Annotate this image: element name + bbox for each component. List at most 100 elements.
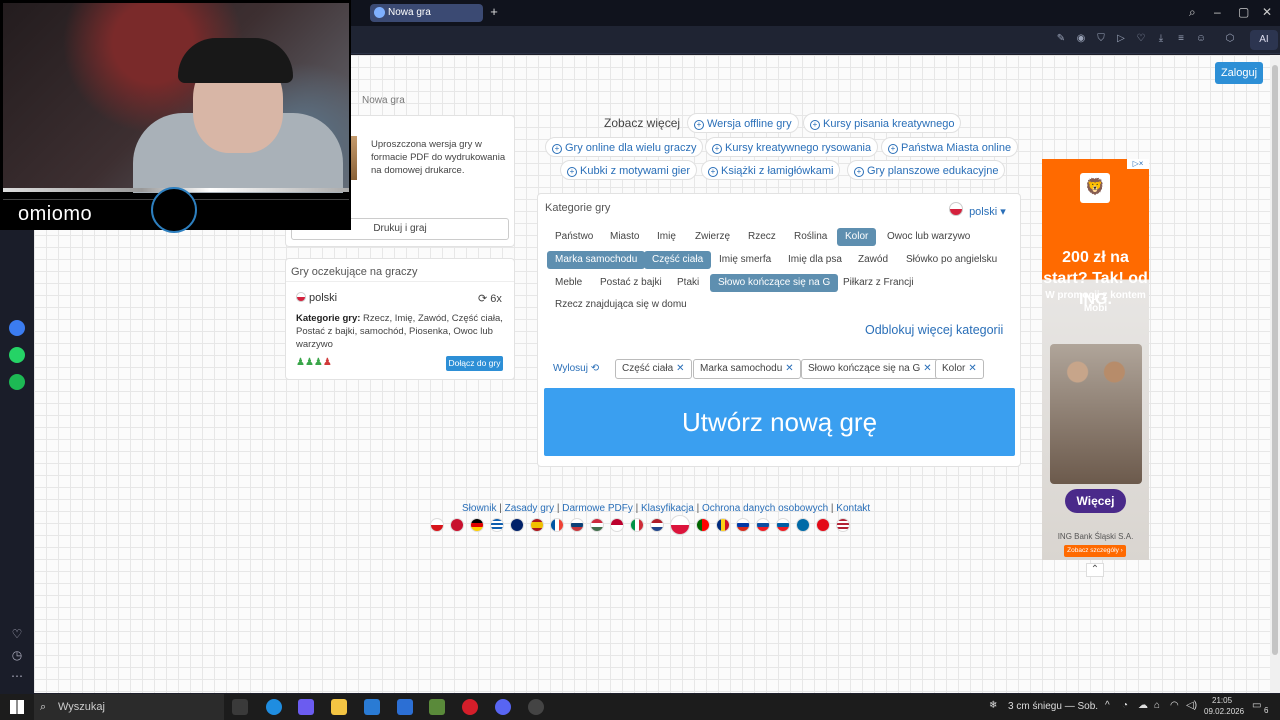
link-writing-courses[interactable]: + Kursy pisania kreatywnego xyxy=(803,113,962,133)
heart-icon[interactable]: ♡ xyxy=(1135,33,1147,45)
category-chip[interactable]: Imię xyxy=(649,228,684,246)
whatsapp-icon[interactable] xyxy=(9,347,25,363)
footer-link[interactable]: Kontakt xyxy=(836,503,870,514)
remove-tag-icon[interactable]: ✕ xyxy=(676,363,684,374)
category-chip[interactable]: Rzecz znajdująca się w domu xyxy=(547,296,695,314)
category-chip[interactable]: Imię smerfa xyxy=(711,251,779,269)
link-game-mugs[interactable]: + Kubki z motywami gier xyxy=(560,160,698,180)
edit-icon[interactable]: ✎ xyxy=(1055,33,1067,45)
category-chip[interactable]: Postać z bajki xyxy=(592,274,670,292)
language-select[interactable]: polski ▾ xyxy=(949,202,1006,218)
profile-icon[interactable]: ☺ xyxy=(1195,33,1207,45)
search-tabs-icon[interactable]: ⌕ xyxy=(1189,5,1196,20)
dutch-flag-icon[interactable] xyxy=(650,518,664,532)
obs-icon[interactable] xyxy=(528,699,544,715)
ad-details-button[interactable]: Zobacz szczegóły › xyxy=(1064,545,1126,557)
copilot-icon[interactable] xyxy=(298,699,314,715)
task-view-icon[interactable] xyxy=(232,699,248,715)
messenger-icon[interactable] xyxy=(9,320,25,336)
tray-app-icon[interactable]: ☁ xyxy=(1138,700,1148,711)
advertisement-banner[interactable]: 🦁 200 zł na start? Tak! od ING. W promoc… xyxy=(1042,159,1149,560)
tray-app-icon[interactable]: ◔ xyxy=(1122,700,1128,711)
category-chip[interactable]: Zwierzę xyxy=(687,228,738,246)
extension-icon[interactable]: ⬡ xyxy=(1224,33,1236,45)
spanish-flag-icon[interactable] xyxy=(530,518,544,532)
russian-flag-icon[interactable] xyxy=(736,518,750,532)
category-chip-selected[interactable]: Część ciała xyxy=(644,251,712,269)
weather-text[interactable]: 3 cm śniegu — Sob. xyxy=(1008,701,1098,712)
category-chip[interactable]: Piłkarz z Francji xyxy=(835,274,922,292)
clock-time[interactable]: 21:05 xyxy=(1212,696,1232,705)
croatian-flag-icon[interactable] xyxy=(570,518,584,532)
german-flag-icon[interactable] xyxy=(470,518,484,532)
close-window-icon[interactable]: ✕ xyxy=(1262,5,1272,19)
category-chip[interactable]: Imię dla psa xyxy=(780,251,850,269)
slovenian-flag-icon[interactable] xyxy=(776,518,790,532)
category-chip[interactable]: Ptaki xyxy=(669,274,707,292)
file-explorer-icon[interactable] xyxy=(331,699,347,715)
history-clock-icon[interactable]: ◷ xyxy=(9,647,25,663)
play-icon[interactable]: ▷ xyxy=(1115,33,1127,45)
greek-flag-icon[interactable] xyxy=(490,518,504,532)
category-chip-selected[interactable]: Słowo kończące się na G xyxy=(710,274,839,292)
adchoices-icon[interactable]: ▷× xyxy=(1127,159,1149,169)
category-chip[interactable]: Państwo xyxy=(547,228,601,246)
wifi-icon[interactable]: ◠ xyxy=(1170,700,1179,711)
network-icon[interactable]: ⌂ xyxy=(1154,700,1160,711)
flag-icon[interactable] xyxy=(610,518,624,532)
minimize-icon[interactable]: – xyxy=(1214,5,1221,19)
link-offline-version[interactable]: + Wersja offline gry xyxy=(687,113,799,133)
page-scrollbar[interactable] xyxy=(1270,55,1280,693)
new-tab-button[interactable]: + xyxy=(488,5,500,18)
notifications-icon[interactable]: ▭ xyxy=(1252,700,1261,711)
more-options-icon[interactable]: ⋯ xyxy=(9,668,25,684)
italian-flag-icon[interactable] xyxy=(630,518,644,532)
link-drawing-courses[interactable]: + Kursy kreatywnego rysowania xyxy=(705,137,879,157)
footer-link[interactable]: Ochrona danych osobowych xyxy=(702,503,828,514)
draw-categories-button[interactable]: Wylosuj ⟲ xyxy=(553,363,599,374)
spotify-icon[interactable] xyxy=(9,374,25,390)
link-countries-cities-online[interactable]: + Państwa Miasta online xyxy=(881,137,1019,157)
romanian-flag-icon[interactable] xyxy=(716,518,730,532)
store-icon[interactable] xyxy=(397,699,413,715)
polish-flag-icon[interactable] xyxy=(670,515,690,535)
remove-tag-icon[interactable]: ✕ xyxy=(785,363,793,374)
link-online-multiplayer[interactable]: + Gry online dla wielu graczy xyxy=(545,137,704,157)
volume-icon[interactable]: ◁) xyxy=(1186,700,1197,711)
category-chip[interactable]: Słówko po angielsku xyxy=(898,251,1005,269)
danish-flag-icon[interactable] xyxy=(450,518,464,532)
edge-browser-icon[interactable] xyxy=(266,699,282,715)
category-chip[interactable]: Meble xyxy=(547,274,590,292)
minecraft-icon[interactable] xyxy=(429,699,445,715)
join-game-button[interactable]: Dołącz do gry xyxy=(446,356,503,371)
remove-tag-icon[interactable]: ✕ xyxy=(923,363,931,374)
slovak-flag-icon[interactable] xyxy=(756,518,770,532)
unlock-more-categories-link[interactable]: Odblokuj więcej kategorii xyxy=(865,323,1003,337)
category-chip[interactable]: Owoc lub warzywo xyxy=(879,228,978,246)
category-chip[interactable]: Zawód xyxy=(850,251,896,269)
ad-collapse-chevron-icon[interactable]: ⌃ xyxy=(1086,563,1104,577)
swedish-flag-icon[interactable] xyxy=(796,518,810,532)
taskbar-search-input[interactable]: ⌕ Wyszukaj xyxy=(34,694,224,720)
discord-icon[interactable] xyxy=(495,699,511,715)
hungarian-flag-icon[interactable] xyxy=(590,518,604,532)
clock-date[interactable]: 09.02.2026 xyxy=(1204,707,1244,716)
czech-flag-icon[interactable] xyxy=(430,518,444,532)
scrollbar-thumb[interactable] xyxy=(1272,65,1278,655)
footer-link[interactable]: Darmowe PDFy xyxy=(562,503,633,514)
category-chip-selected[interactable]: Marka samochodu xyxy=(547,251,646,269)
browser-tab[interactable]: Nowa gra xyxy=(370,4,483,22)
camera-icon[interactable]: ◉ xyxy=(1075,33,1087,45)
opera-browser-icon[interactable] xyxy=(462,699,478,715)
create-new-game-button[interactable]: Utwórz nową grę xyxy=(544,388,1015,456)
us-flag-icon[interactable] xyxy=(836,518,850,532)
shield-icon[interactable]: ⛉ xyxy=(1095,33,1107,45)
maximize-icon[interactable]: ▢ xyxy=(1238,5,1249,19)
ad-more-button[interactable]: Więcej xyxy=(1065,489,1126,513)
footer-link[interactable]: Zasady gry xyxy=(505,503,554,514)
link-puzzle-books[interactable]: + Książki z łamigłówkami xyxy=(701,160,841,180)
mail-icon[interactable] xyxy=(364,699,380,715)
link-educational-board-games[interactable]: + Gry planszowe edukacyjne xyxy=(847,160,1006,180)
login-button[interactable]: Zaloguj xyxy=(1215,62,1263,84)
windows-start-icon[interactable] xyxy=(10,700,24,714)
